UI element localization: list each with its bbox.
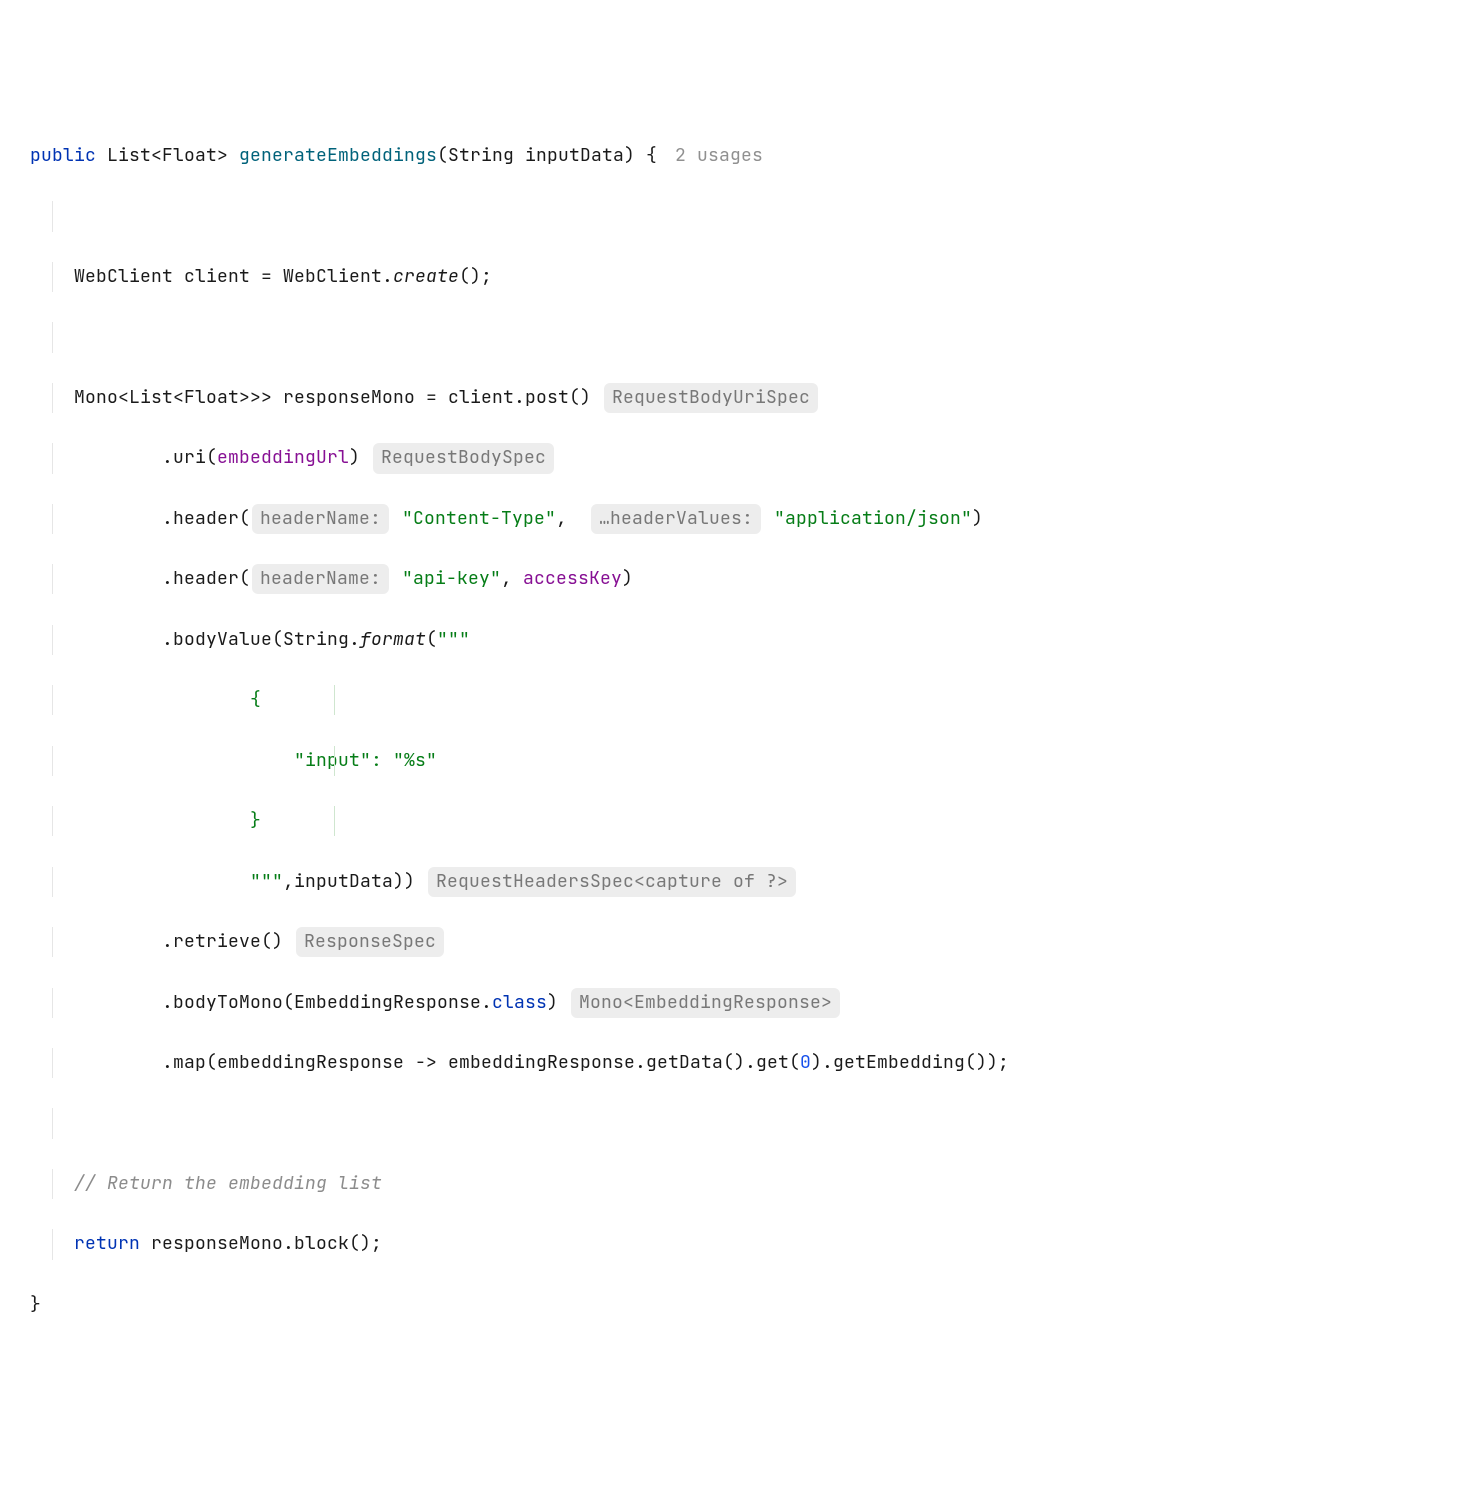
part-a: .retrieve() [162,930,283,953]
comma: , [556,507,567,530]
code-line-13[interactable]: .bodyToMono(EmbeddingResponse.class) Mon… [30,988,1434,1018]
part-b: ) [547,991,558,1014]
code-line-blank[interactable] [30,201,1434,231]
code-line-3[interactable]: Mono<List<Float>>> responseMono = client… [30,383,1434,413]
field-ref: accessKey [523,567,622,590]
part-a: .header( [162,567,250,590]
code-line-10[interactable]: } [30,806,1434,836]
string-literal: "input": "%s" [250,749,437,772]
string-literal: """ [437,628,470,651]
usage-hint[interactable]: 2 usages [675,144,763,167]
code-line-4[interactable]: .uri(embeddingUrl) RequestBodySpec [30,443,1434,473]
static-call-create: create [393,265,459,288]
inlay-hint[interactable]: Mono<EmbeddingResponse> [571,988,840,1018]
type-list: List [107,144,151,167]
field-ref: embeddingUrl [217,446,349,469]
code-line-15[interactable]: // Return the embedding list [30,1169,1434,1199]
static-call-format: format [360,628,426,651]
keyword-public: public [30,144,96,167]
string-literal: { [250,688,261,711]
inlay-hint[interactable]: RequestBodyUriSpec [604,383,818,413]
type-float: Float [162,144,217,167]
brace-close: } [30,1293,41,1316]
param-hint[interactable]: headerName: [252,504,389,534]
code-line-14[interactable]: .map(embeddingResponse -> embeddingRespo… [30,1048,1434,1078]
param-hint[interactable]: …headerValues: [591,504,761,534]
code-line-blank[interactable] [30,1108,1434,1138]
string-literal: } [250,809,261,832]
part-b: ) [349,446,360,469]
type-float: Float [184,386,239,409]
string-literal: """ [250,870,283,893]
inlay-hint[interactable]: RequestBodySpec [373,443,554,473]
code-line-5[interactable]: .header(headerName: "Content-Type", …hea… [30,504,1434,534]
inlay-hint[interactable]: RequestHeadersSpec<capture of ?> [428,867,796,897]
comment: // Return the embedding list [74,1172,382,1195]
part-b: ( [426,628,437,651]
keyword-return: return [74,1232,140,1255]
code-line-17[interactable]: } [30,1290,1434,1320]
code-line-16[interactable]: return responseMono.block(); [30,1229,1434,1259]
code-line-6[interactable]: .header(headerName: "api-key", accessKey… [30,564,1434,594]
code-line-11[interactable]: """,inputData)) RequestHeadersSpec<captu… [30,867,1434,897]
comma: , [501,567,523,590]
part-a: .bodyValue(String. [162,628,360,651]
part-b: ).getEmbedding()); [811,1051,1009,1074]
part-b: ) [622,567,633,590]
part-a: responseMono.block(); [140,1232,382,1255]
tail: (); [459,265,492,288]
type-string: String [448,144,514,167]
part-a: .map(embeddingResponse -> embeddingRespo… [162,1051,800,1074]
code-line-blank[interactable] [30,322,1434,352]
string-literal: "Content-Type" [402,507,556,530]
param-hint[interactable]: headerName: [252,564,389,594]
code-line-12[interactable]: .retrieve() ResponseSpec [30,927,1434,957]
string-literal: "api-key" [402,567,501,590]
part-a: .bodyToMono(EmbeddingResponse. [162,991,492,1014]
part-b: >> responseMono = client.post() [250,386,591,409]
string-literal: "application/json" [774,507,972,530]
part-b: ) [972,507,983,530]
webclient-decl: WebClient client = WebClient. [74,265,393,288]
part-a: .header( [162,507,250,530]
code-line-7[interactable]: .bodyValue(String.format(""" [30,625,1434,655]
brace-open: ) { [624,144,657,167]
code-line-1[interactable]: public List<Float> generateEmbeddings(St… [30,141,1434,171]
type-list: List [129,386,173,409]
code-line-2[interactable]: WebClient client = WebClient.create(); [30,262,1434,292]
part-a: .uri( [162,446,217,469]
param-name: inputData [525,144,624,167]
number-literal: 0 [800,1051,811,1074]
keyword-class: class [492,991,547,1014]
inlay-hint[interactable]: ResponseSpec [296,927,444,957]
code-line-9[interactable]: "input": "%s" [30,746,1434,776]
part-a: ,inputData)) [283,870,415,893]
part-a: Mono< [74,386,129,409]
code-line-8[interactable]: { [30,685,1434,715]
method-name: generateEmbeddings [239,144,437,167]
